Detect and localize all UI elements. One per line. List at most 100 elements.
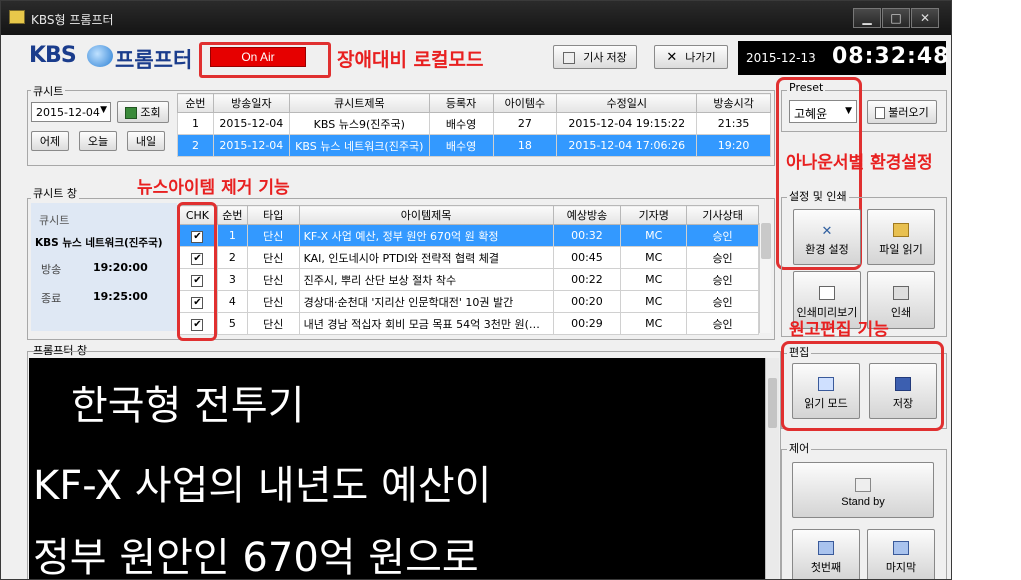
item-cell: 단신 xyxy=(246,312,300,335)
item-cell: 단신 xyxy=(246,268,300,291)
onair-button[interactable]: On Air xyxy=(210,47,306,67)
annotation-edit: 원고편집 기능 xyxy=(789,320,889,340)
kbs-globe-icon xyxy=(87,45,113,67)
minimize-button[interactable]: ▁ xyxy=(853,8,881,28)
item-cell: 4 xyxy=(216,290,248,313)
item-cell: KF-X 사업 예산, 정부 원안 670억 원 확정 xyxy=(298,224,554,247)
prompter-window: KBS형 프롬프터 ▁ □ ✕ KBS 프롬프터 On Air 장애대비 로컬모… xyxy=(0,0,952,580)
info-label: 큐시트 xyxy=(39,214,70,227)
exit-button[interactable]: ✕ 나가기 xyxy=(654,45,728,69)
news-item-row[interactable]: ✔ 5 단신 내년 경남 적십자 회비 모금 목표 54억 3천만 원(… 00:29 M… xyxy=(177,312,759,335)
cue-cell: 2015-12-04 19:15:22 xyxy=(556,112,698,135)
cue-header-5[interactable]: 수정일시 xyxy=(556,93,698,113)
prompter-line-2: KF-X 사업의 내년도 예산이 xyxy=(33,463,492,509)
prompter-screen[interactable]: 한국형 전투기 KF-X 사업의 내년도 예산이 정부 원안인 670억 원으로 xyxy=(29,358,765,580)
document-icon xyxy=(875,107,886,120)
first-button[interactable]: 첫번째 xyxy=(792,529,860,579)
item-header-4[interactable]: 예상방송 xyxy=(552,205,622,225)
prompter-scroll-thumb[interactable] xyxy=(768,378,777,428)
cue-cell: 19:20 xyxy=(696,134,771,157)
cue-sheet-row[interactable]: 2 2015-12-04 KBS 뉴스 네트워크(진주국) 배수영 18 2015-12-… xyxy=(177,134,771,157)
item-cell: 승인 xyxy=(686,246,759,269)
last-button[interactable]: 마지막 xyxy=(867,529,935,579)
news-item-row[interactable]: ✔ 4 단신 경상대·순천대 '지리산 인문학대전' 10권 발간 00:20 MC 승인 xyxy=(177,290,759,313)
cue-cell: 2015-12-04 xyxy=(212,112,290,135)
cue-header-6[interactable]: 방송시각 xyxy=(696,93,771,113)
cue-sheet-row[interactable]: 1 2015-12-04 KBS 뉴스9(진주국) 배수영 27 2015-12-04 1… xyxy=(177,112,771,135)
item-header-2[interactable]: 타입 xyxy=(246,205,300,225)
exit-label: 나가기 xyxy=(685,52,716,64)
scroll-thumb[interactable] xyxy=(761,223,771,259)
load-button[interactable]: 불러오기 xyxy=(867,100,937,124)
first-item-icon xyxy=(818,541,834,555)
cue-header-0[interactable]: 순번 xyxy=(177,93,214,113)
query-button[interactable]: 조회 xyxy=(117,101,169,123)
prompter-line-3: 정부 원안인 670억 원으로 xyxy=(33,535,479,580)
item-cell: 2 xyxy=(216,246,248,269)
standby-label: Stand by xyxy=(841,496,885,508)
item-cell: 승인 xyxy=(686,290,759,313)
news-item-row[interactable]: ✔ 3 단신 진주시, 뿌리 산단 보상 절차 착수 00:22 MC 승인 xyxy=(177,268,759,291)
item-cell: 단신 xyxy=(246,246,300,269)
folder-icon xyxy=(893,223,909,237)
item-cell: 00:29 xyxy=(552,312,622,335)
today-button[interactable]: 오늘 xyxy=(79,131,117,151)
news-item-row[interactable]: ✔ 2 단신 KAI, 인도네시아 PTDI와 전략적 협력 체결 00:45 MC 승인 xyxy=(177,246,759,269)
query-label: 조회 xyxy=(140,107,161,119)
cue-header-1[interactable]: 방송일자 xyxy=(212,93,290,113)
print-preview-icon xyxy=(819,286,835,300)
cue-header-2[interactable]: 큐시트제목 xyxy=(288,93,430,113)
item-cell: 00:45 xyxy=(552,246,622,269)
close-button[interactable]: ✕ xyxy=(911,8,939,28)
yesterday-button[interactable]: 어제 xyxy=(31,131,69,151)
date-select-value: 2015-12-04 xyxy=(36,106,100,119)
item-header-1[interactable]: 순번 xyxy=(216,205,248,225)
clock-date: 2015-12-13 xyxy=(746,51,816,65)
env-settings-button[interactable]: ✕ 환경 설정 xyxy=(793,209,861,265)
clock-display: 2015-12-13 08:32:48 xyxy=(738,41,948,75)
last-label: 마지막 xyxy=(885,562,917,574)
cue-cell: 21:35 xyxy=(696,112,771,135)
air-time: 19:20:00 xyxy=(93,261,148,274)
save-article-icon xyxy=(563,52,576,65)
air-label: 방송 xyxy=(41,263,62,276)
prompter-scrollbar[interactable] xyxy=(765,358,779,579)
item-cell: MC xyxy=(620,268,688,291)
cue-sheet-table: 순번 방송일자 큐시트제목 등록자 아이템수 수정일시 방송시각 1 2015-12-04 KB… xyxy=(177,93,771,157)
item-cell: 경상대·순천대 '지리산 인문학대전' 10권 발간 xyxy=(298,290,554,313)
cue-cell: 2015-12-04 xyxy=(212,134,290,157)
info-program: KBS 뉴스 네트워크(진주국) xyxy=(35,237,163,249)
maximize-button[interactable]: □ xyxy=(882,8,910,28)
cue-cell: 배수영 xyxy=(428,112,494,135)
last-item-icon xyxy=(893,541,909,555)
item-header-6[interactable]: 기사상태 xyxy=(686,205,759,225)
chk-highlight-frame xyxy=(177,202,217,341)
cue-cell: 27 xyxy=(492,112,558,135)
news-item-row[interactable]: ✔ 1 단신 KF-X 사업 예산, 정부 원안 670억 원 확정 00:32 MC 승인 xyxy=(177,224,759,247)
date-select[interactable]: 2015-12-04 ▼ xyxy=(31,102,111,122)
item-header-5[interactable]: 기자명 xyxy=(620,205,688,225)
news-item-table: CHK 순번 타입 아이템제목 예상방송 기자명 기사상태 ✔ 1 단신 KF-X 사업 예산, … xyxy=(177,205,759,335)
tomorrow-button[interactable]: 내일 xyxy=(127,131,165,151)
cue-header-3[interactable]: 등록자 xyxy=(428,93,494,113)
annotation-item-removal: 뉴스아이템 제거 기능 xyxy=(137,178,290,198)
standby-button[interactable]: Stand by xyxy=(792,462,934,518)
file-read-label: 파일 읽기 xyxy=(879,244,923,256)
tools-icon: ✕ xyxy=(821,223,833,238)
save-article-button[interactable]: 기사 저장 xyxy=(553,45,637,69)
cue-window-group-label: 큐시트 창 xyxy=(31,185,79,201)
cue-cell: 18 xyxy=(492,134,558,157)
item-cell: 진주시, 뿌리 산단 보상 절차 착수 xyxy=(298,268,554,291)
item-header-3[interactable]: 아이템제목 xyxy=(298,205,554,225)
item-cell: MC xyxy=(620,224,688,247)
item-cell: 00:32 xyxy=(552,224,622,247)
item-cell: 00:22 xyxy=(552,268,622,291)
item-table-header: CHK 순번 타입 아이템제목 예상방송 기자명 기사상태 xyxy=(177,205,759,225)
cue-cell: KBS 뉴스 네트워크(진주국) xyxy=(288,134,430,157)
file-read-button[interactable]: 파일 읽기 xyxy=(867,209,935,265)
cue-header-4[interactable]: 아이템수 xyxy=(492,93,558,113)
item-table-scrollbar[interactable] xyxy=(759,223,771,333)
chevron-down-icon: ▼ xyxy=(100,105,107,115)
item-cell: MC xyxy=(620,290,688,313)
edit-highlight-frame xyxy=(781,341,944,431)
